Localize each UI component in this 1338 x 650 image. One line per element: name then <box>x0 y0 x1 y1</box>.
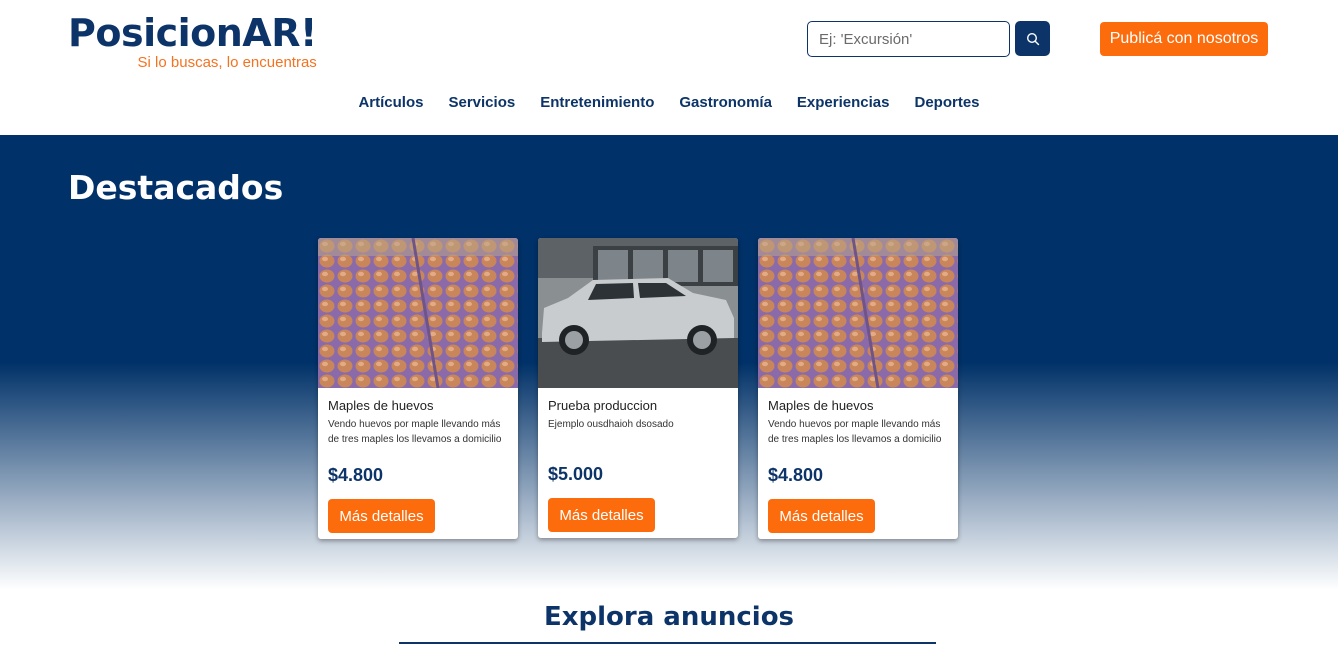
card-description: Vendo huevos por maple llevando más de t… <box>768 419 942 445</box>
site-header: PosicionAR! Si lo buscas, lo encuentras … <box>0 0 1338 135</box>
nav-item-entretenimiento[interactable]: Entretenimiento <box>540 94 654 111</box>
featured-section: Destacados Maples de huevos Vendo huevos… <box>0 135 1338 590</box>
card-price: $4.800 <box>328 465 384 485</box>
card-body: Prueba produccion Ejemplo ousdhaioh dsos… <box>538 388 738 538</box>
suv-photo[interactable] <box>538 238 738 388</box>
card-body: Maples de huevos Vendo huevos por maple … <box>318 388 518 539</box>
explore-section: Explora anuncios <box>0 590 1338 650</box>
nav-item-servicios[interactable]: Servicios <box>448 94 515 111</box>
details-button[interactable]: Más detalles <box>328 499 435 533</box>
search-button[interactable] <box>1015 21 1050 56</box>
nav-item-gastronomia[interactable]: Gastronomía <box>679 94 772 111</box>
card-description: Ejemplo ousdhaioh dsosado <box>548 419 674 430</box>
publish-button[interactable]: Publicá con nosotros <box>1100 22 1268 56</box>
product-card[interactable]: Prueba produccion Ejemplo ousdhaioh dsos… <box>538 238 738 538</box>
card-title: Maples de huevos <box>768 398 874 413</box>
card-title: Prueba produccion <box>548 398 658 413</box>
search-icon <box>1026 32 1039 45</box>
product-card[interactable]: Maples de huevos Vendo huevos por maple … <box>758 238 958 539</box>
card-price: $5.000 <box>548 464 604 484</box>
card-price: $4.800 <box>768 465 824 485</box>
card-title: Maples de huevos <box>328 398 434 413</box>
details-button[interactable]: Más detalles <box>768 499 875 533</box>
eggs-photo[interactable] <box>758 238 958 388</box>
search-input[interactable] <box>807 21 1010 57</box>
explore-title: Explora anuncios <box>543 602 795 632</box>
logo-title: PosicionAR! <box>68 11 317 55</box>
main-nav: Artículos Servicios Entretenimiento Gast… <box>0 94 1338 111</box>
product-card[interactable]: Maples de huevos Vendo huevos por maple … <box>318 238 518 539</box>
nav-item-articulos[interactable]: Artículos <box>358 94 423 111</box>
details-button[interactable]: Más detalles <box>548 498 655 532</box>
explore-divider <box>399 642 936 644</box>
site-logo[interactable]: PosicionAR! Si lo buscas, lo encuentras <box>68 10 317 71</box>
featured-title: Destacados <box>68 168 284 207</box>
nav-item-deportes[interactable]: Deportes <box>914 94 979 111</box>
card-body: Maples de huevos Vendo huevos por maple … <box>758 388 958 539</box>
nav-item-experiencias[interactable]: Experiencias <box>797 94 890 111</box>
logo-tagline: Si lo buscas, lo encuentras <box>137 54 317 71</box>
card-description: Vendo huevos por maple llevando más de t… <box>328 419 502 445</box>
eggs-photo[interactable] <box>318 238 518 388</box>
